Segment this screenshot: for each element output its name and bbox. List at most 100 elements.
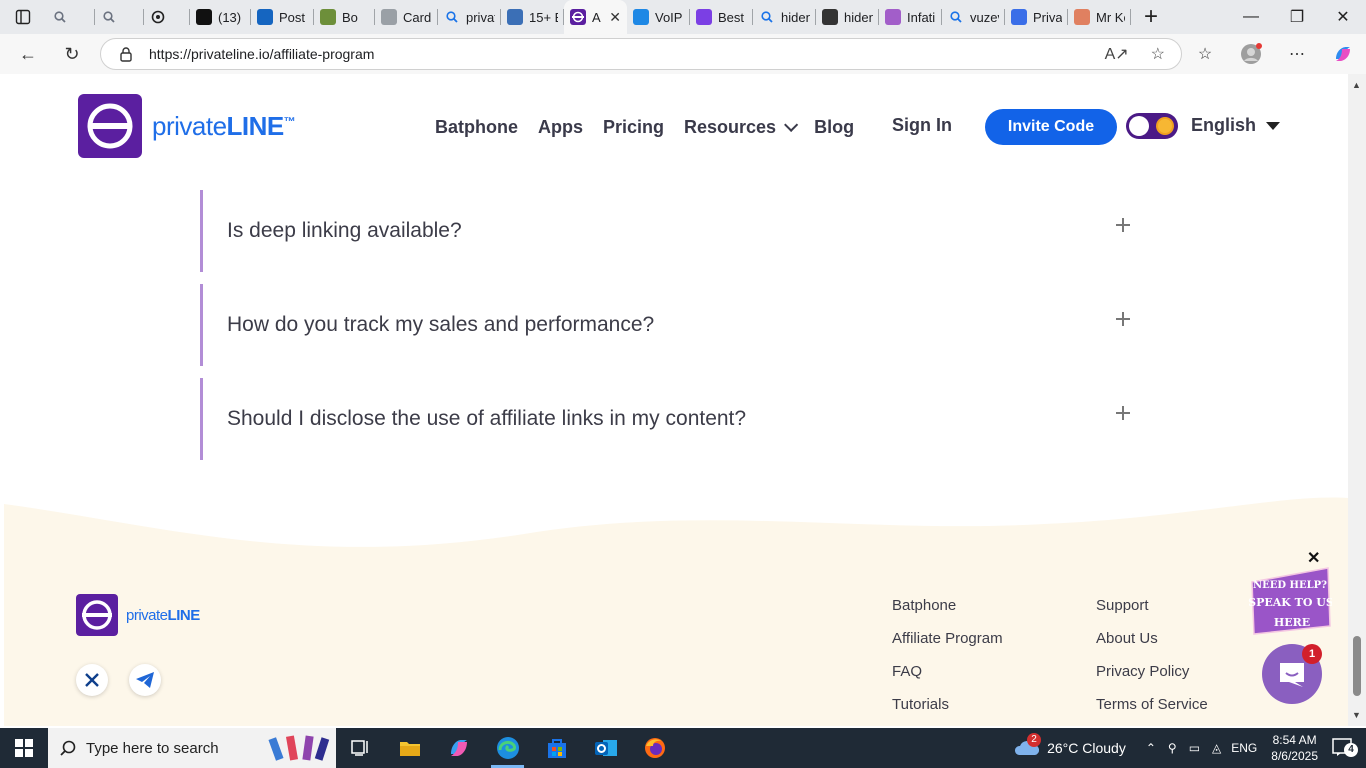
x-icon[interactable] xyxy=(76,664,108,696)
chevron-down-icon xyxy=(784,117,799,132)
read-aloud-icon[interactable]: A↗ xyxy=(1105,44,1129,64)
task-view-icon xyxy=(350,740,368,756)
browser-tab[interactable]: Privac xyxy=(1005,0,1068,34)
chevron-up-icon[interactable]: ⌃ xyxy=(1146,741,1156,755)
restore-button[interactable]: ❐ xyxy=(1274,0,1320,34)
browser-tab[interactable]: hiden xyxy=(816,0,879,34)
more-menu-icon[interactable]: ⋯ xyxy=(1284,41,1310,67)
tab-favicon xyxy=(1011,9,1027,25)
tab-title: vuzev xyxy=(970,9,999,25)
battery-icon[interactable]: ▭ xyxy=(1189,741,1200,755)
privateline-logo-icon xyxy=(78,94,142,158)
footer-logo[interactable]: privateLINE xyxy=(76,594,200,636)
browser-tab[interactable] xyxy=(95,0,144,34)
taskbar-search-placeholder: Type here to search xyxy=(86,739,219,757)
tab-actions-button[interactable] xyxy=(0,0,46,34)
browser-tab[interactable] xyxy=(46,0,95,34)
windows-taskbar: Type here to search 2 26°C Cloudy ⌃ ⚲ ▭ … xyxy=(0,728,1366,768)
plus-icon xyxy=(1116,218,1130,232)
chat-bubble-icon xyxy=(1280,663,1304,687)
profile-avatar[interactable] xyxy=(1238,41,1264,67)
clock-date: 8/6/2025 xyxy=(1271,749,1318,763)
language-selector[interactable]: English xyxy=(1191,115,1281,136)
store-icon xyxy=(547,739,566,758)
weather-alert-badge: 2 xyxy=(1027,732,1042,747)
footer-link[interactable]: Affiliate Program xyxy=(892,630,1003,647)
footer-link[interactable]: FAQ xyxy=(892,663,922,680)
browser-tab[interactable]: Post t xyxy=(251,0,314,34)
nav-resources[interactable]: Resources xyxy=(684,117,799,138)
browser-tab[interactable]: hiden xyxy=(753,0,816,34)
faq-item[interactable]: How do you track my sales and performanc… xyxy=(200,284,1130,366)
footer-link[interactable]: Terms of Service xyxy=(1096,696,1208,713)
invite-code-button[interactable]: Invite Code xyxy=(985,109,1117,145)
firefox-button[interactable] xyxy=(630,728,679,768)
sign-in-link[interactable]: Sign In xyxy=(892,115,952,136)
browser-tab[interactable]: 15+ B xyxy=(501,0,564,34)
site-logo[interactable]: privateLINE™ xyxy=(78,94,296,158)
input-language[interactable]: ENG xyxy=(1231,741,1257,755)
copilot-icon[interactable] xyxy=(1330,41,1356,67)
footer-logo-wordmark: privateLINE xyxy=(126,606,200,624)
tab-list: (13) Post t Bo Card privat 15+ B A✕ VoIP Best V h… xyxy=(46,0,1131,34)
browser-tab[interactable]: Card xyxy=(375,0,438,34)
refresh-button[interactable]: ↻ xyxy=(52,36,92,72)
task-view-button[interactable] xyxy=(336,728,385,768)
scroll-down-icon[interactable]: ▼ xyxy=(1352,710,1361,720)
minimize-button[interactable]: — xyxy=(1228,0,1274,34)
browser-tab[interactable]: VoIP xyxy=(627,0,690,34)
footer-link[interactable]: Support xyxy=(1096,597,1149,614)
browser-tab[interactable] xyxy=(144,0,190,34)
tab-favicon xyxy=(696,9,712,25)
faq-item[interactable]: Is deep linking available? xyxy=(200,190,1130,272)
favorites-icon[interactable]: ☆ xyxy=(1192,41,1218,67)
outlook-button[interactable] xyxy=(581,728,630,768)
weather-widget[interactable]: 2 xyxy=(1013,732,1042,760)
store-button[interactable] xyxy=(532,728,581,768)
weather-text: 26°C Cloudy xyxy=(1047,740,1126,756)
browser-tab[interactable]: privat xyxy=(438,0,501,34)
volume-icon[interactable]: ◬ xyxy=(1212,741,1221,755)
taskbar-search[interactable]: Type here to search xyxy=(48,728,336,768)
network-icon[interactable]: ⚲ xyxy=(1168,741,1177,755)
browser-tab[interactable]: Infati xyxy=(879,0,942,34)
nav-blog[interactable]: Blog xyxy=(814,117,854,138)
browser-tab[interactable]: Mr Ke xyxy=(1068,0,1131,34)
favorite-star-icon[interactable]: ☆ xyxy=(1151,44,1165,64)
back-button[interactable]: ← xyxy=(8,36,48,72)
copilot-app-button[interactable] xyxy=(434,728,483,768)
browser-tab[interactable]: vuzev xyxy=(942,0,1005,34)
close-window-button[interactable]: ✕ xyxy=(1320,0,1366,34)
faq-question: How do you track my sales and performanc… xyxy=(227,313,655,336)
need-help-sticker[interactable]: NEED HELP? SPEAK TO US HERE xyxy=(1248,564,1332,636)
search-icon xyxy=(52,9,68,25)
browser-tab[interactable]: Best V xyxy=(690,0,753,34)
nav-pricing[interactable]: Pricing xyxy=(603,117,664,138)
tab-title: Infati xyxy=(907,9,936,25)
nav-apps[interactable]: Apps xyxy=(538,117,583,138)
file-explorer-button[interactable] xyxy=(385,728,434,768)
new-tab-button[interactable]: + xyxy=(1131,0,1171,34)
browser-tab[interactable]: (13) xyxy=(190,0,251,34)
privateline-icon xyxy=(570,9,586,25)
theme-toggle[interactable] xyxy=(1126,113,1178,139)
system-clock[interactable]: 8:54 AM 8/6/2025 xyxy=(1271,732,1318,764)
url-field[interactable]: https://privateline.io/affiliate-program… xyxy=(100,38,1182,70)
footer-link[interactable]: Batphone xyxy=(892,597,956,614)
edge-browser-button[interactable] xyxy=(483,728,532,768)
notifications-button[interactable]: 4 xyxy=(1332,737,1358,760)
page-scrollbar[interactable]: ▲ ▼ xyxy=(1348,74,1366,726)
footer-link[interactable]: Privacy Policy xyxy=(1096,663,1189,680)
browser-tab[interactable]: A ✕ xyxy=(564,0,627,34)
footer-link[interactable]: About Us xyxy=(1096,630,1158,647)
browser-tab[interactable]: Bo xyxy=(314,0,375,34)
faq-item[interactable]: Should I disclose the use of affiliate l… xyxy=(200,378,1130,460)
footer-link[interactable]: Tutorials xyxy=(892,696,949,713)
telegram-icon[interactable] xyxy=(129,664,161,696)
openai-icon xyxy=(150,9,166,25)
scrollbar-thumb[interactable] xyxy=(1353,636,1361,696)
start-button[interactable] xyxy=(0,728,48,768)
close-tab-icon[interactable]: ✕ xyxy=(603,9,621,26)
nav-batphone[interactable]: Batphone xyxy=(435,117,518,138)
scroll-up-icon[interactable]: ▲ xyxy=(1352,80,1361,90)
